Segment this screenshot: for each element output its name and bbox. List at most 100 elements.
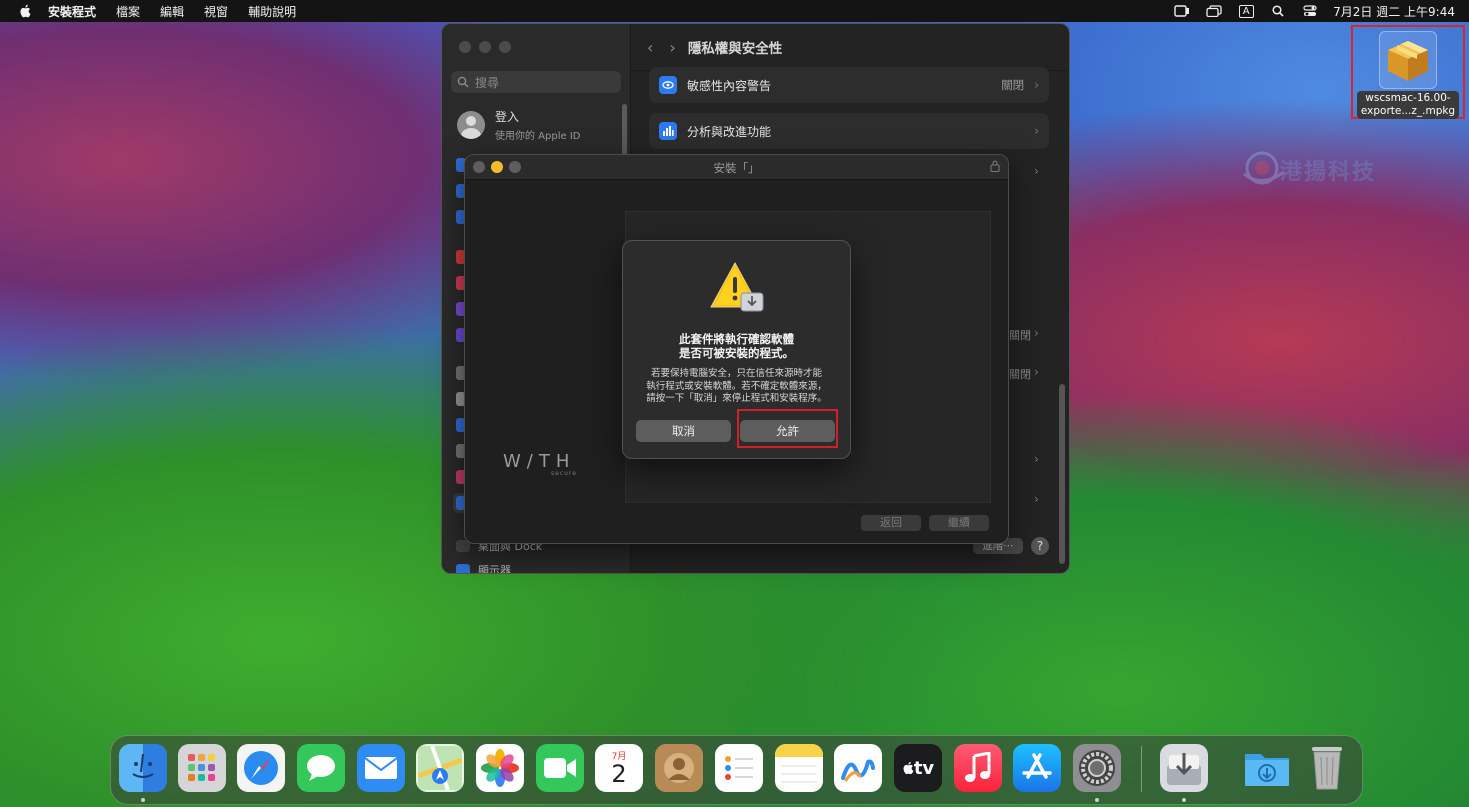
input-source-icon[interactable]: A	[1237, 4, 1255, 18]
downloads-folder-icon[interactable]	[1243, 744, 1291, 792]
desktop-file-label-line1: wscsmac-16.00-	[1365, 92, 1451, 104]
menu-edit[interactable]: 編輯	[160, 3, 184, 20]
control-center-icon[interactable]	[1301, 4, 1319, 18]
sidebar-scrollbar[interactable]	[622, 104, 627, 156]
menu-window[interactable]: 視窗	[204, 3, 228, 20]
chevron-right-icon: ›	[1034, 164, 1039, 178]
sidebar-item-label: 顯示器	[478, 564, 511, 574]
withsecure-logo: W/TH	[503, 451, 576, 472]
main-scrollbar[interactable]	[1059, 384, 1065, 564]
row-value: 關閉	[1001, 78, 1025, 92]
lock-icon	[990, 160, 1000, 172]
back-chevron-icon[interactable]: ‹	[647, 38, 653, 57]
chevron-right-icon: ›	[1034, 326, 1039, 340]
zoom-button[interactable]	[499, 41, 511, 53]
signin-subtitle: 使用你的 Apple ID	[495, 131, 581, 142]
chevron-right-icon: ›	[1034, 365, 1039, 379]
alert-title-line2: 是否可被安裝的程式。	[679, 346, 794, 360]
desktop-file-installer-package[interactable]: wscsmac-16.00- exporte...z_.mpkg	[1351, 25, 1465, 119]
installer-titlebar: 安裝「」	[465, 155, 1008, 180]
desktop-file-label: wscsmac-16.00- exporte...z_.mpkg	[1356, 91, 1460, 119]
allow-button-highlight	[737, 409, 838, 448]
alert-title-line1: 此套件將執行確認軟體	[679, 332, 794, 346]
withsecure-logo-sub: secure	[551, 470, 577, 477]
apple-logo-icon	[903, 761, 914, 774]
warning-installer-icon	[710, 261, 764, 312]
menu-help[interactable]: 輔助說明	[248, 3, 296, 20]
settings-toolbar: ‹ › 隱私權與安全性	[647, 37, 783, 58]
installer-app-icon[interactable]	[1160, 744, 1208, 792]
dock-separator	[1141, 746, 1142, 792]
row-sensitive-content-warning[interactable]: 敏感性內容警告 關閉 ›	[649, 67, 1049, 103]
search-icon	[457, 76, 469, 88]
alert-title: 此套件將執行確認軟體 是否可被安裝的程式。	[623, 332, 850, 360]
finder-icon[interactable]	[119, 744, 167, 792]
spotlight-search-icon[interactable]	[1269, 4, 1287, 18]
freeform-icon[interactable]	[834, 744, 882, 792]
chevron-right-icon: ›	[1034, 452, 1039, 466]
menu-bar: 安裝程式 檔案 編輯 視窗 輔助說明 A 7月2日 週二 上午9:44	[0, 0, 1469, 22]
alert-message-line2: 執行程式或安裝軟體。若不確定軟體來源，	[646, 380, 827, 392]
cancel-button[interactable]: 取消	[636, 420, 731, 442]
continue-button[interactable]: 繼續	[929, 515, 989, 531]
settings-search-field[interactable]: 搜尋	[451, 71, 621, 93]
watermark-logo-icon	[1243, 151, 1285, 185]
notes-icon[interactable]	[775, 744, 823, 792]
maps-icon[interactable]	[416, 744, 464, 792]
avatar	[457, 111, 485, 139]
row-label: 分析與改進功能	[687, 124, 772, 139]
mail-icon[interactable]	[357, 744, 405, 792]
signin-title: 登入	[495, 110, 520, 124]
launchpad-icon[interactable]	[178, 744, 226, 792]
alert-message-line3: 請按一下「取消」來停止程式和安裝程序。	[646, 393, 827, 404]
messages-icon[interactable]	[297, 744, 345, 792]
desktop-file-label-line2: exporte...z_.mpkg	[1360, 105, 1456, 117]
page-title: 隱私權與安全性	[687, 41, 783, 57]
chevron-right-icon: ›	[1034, 78, 1039, 92]
calendar-day: 2	[611, 759, 627, 788]
menu-clock[interactable]: 7月2日 週二 上午9:44	[1333, 3, 1455, 20]
input-source-label: A	[1238, 4, 1254, 18]
apple-menu-icon[interactable]	[18, 4, 32, 18]
apple-id-signin[interactable]: 登入 使用你的 Apple ID	[457, 108, 580, 142]
contacts-icon[interactable]	[655, 744, 703, 792]
settings-search-placeholder: 搜尋	[475, 75, 500, 90]
apple-tv-icon[interactable]: tv	[894, 744, 942, 792]
chevron-right-icon: ›	[1034, 124, 1039, 138]
music-icon[interactable]	[954, 744, 1002, 792]
forward-chevron-icon[interactable]: ›	[669, 38, 675, 57]
finder-running-indicator	[141, 798, 145, 802]
sidebar-item-displays[interactable]: 顯示器	[456, 562, 511, 574]
obscured-row-value: 關閉	[1009, 368, 1031, 381]
alert-message: 若要保持電腦安全，只在信任來源時才能 執行程式或安裝軟體。若不確定軟體來源， 請…	[635, 368, 838, 406]
eye-warning-icon	[659, 76, 677, 94]
back-button[interactable]: 返回	[861, 515, 921, 531]
obscured-row-value: 關閉	[1009, 329, 1031, 342]
chevron-right-icon: ›	[1034, 492, 1039, 506]
close-button[interactable]	[459, 41, 471, 53]
row-analytics-improvements[interactable]: 分析與改進功能 ›	[649, 113, 1049, 149]
alert-message-line1: 若要保持電腦安全，只在信任來源時才能	[650, 368, 822, 379]
help-button[interactable]: ?	[1031, 537, 1049, 555]
stage-manager-icon[interactable]	[1205, 4, 1223, 18]
menu-app-name[interactable]: 安裝程式	[48, 3, 96, 20]
installer-title: 安裝「」	[713, 161, 760, 175]
reminders-icon[interactable]	[715, 744, 763, 792]
trash-icon[interactable]	[1303, 744, 1351, 792]
screen-share-icon[interactable]	[1173, 4, 1191, 18]
apple-tv-label: tv	[913, 757, 935, 779]
installer-running-indicator	[1182, 798, 1186, 802]
package-icon	[1379, 31, 1437, 89]
chart-bars-icon	[659, 122, 677, 140]
menu-file[interactable]: 檔案	[116, 3, 140, 20]
settings-window-controls	[459, 41, 511, 53]
app-store-icon[interactable]	[1013, 744, 1061, 792]
system-settings-icon[interactable]	[1073, 744, 1121, 792]
display-icon	[456, 564, 470, 573]
facetime-icon[interactable]	[536, 744, 584, 792]
minimize-button[interactable]	[479, 41, 491, 53]
safari-icon[interactable]	[237, 744, 285, 792]
calendar-icon[interactable]: 7月 2	[595, 744, 643, 792]
photos-icon[interactable]	[476, 744, 524, 792]
dock: 7月 2 tv	[110, 735, 1363, 805]
